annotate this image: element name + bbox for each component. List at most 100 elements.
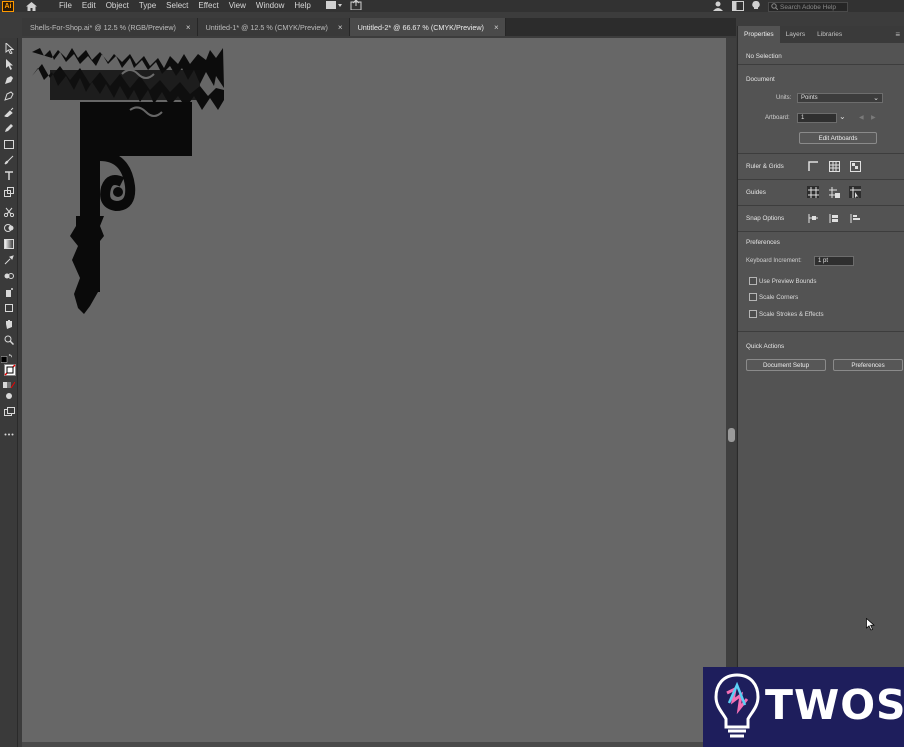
menu-help[interactable]: Help (289, 0, 315, 12)
blend-tool-icon[interactable] (3, 270, 15, 282)
preferences-section: Preferences Keyboard Increment: 1 pt Use… (738, 232, 904, 332)
horizontal-scrollbar[interactable] (22, 742, 726, 747)
blob-brush-tool-icon[interactable] (3, 106, 15, 118)
snap-to-pixel-icon[interactable] (828, 212, 840, 224)
lightbulb-logo-icon (714, 673, 760, 738)
menu-effect[interactable]: Effect (193, 0, 223, 12)
direct-selection-tool-icon[interactable] (3, 58, 15, 70)
tab-label: Shells-For-Shop.ai* @ 12.5 % (RGB/Previe… (30, 22, 176, 32)
publish-icon[interactable] (350, 0, 362, 12)
use-preview-bounds-label: Use Preview Bounds (759, 278, 817, 285)
tab-shells-for-shop[interactable]: Shells-For-Shop.ai* @ 12.5 % (RGB/Previe… (22, 18, 198, 36)
document-section: Document Units: Points ⌄ Artboard: 1 ⌄ ◀… (738, 65, 904, 154)
arrange-documents-icon[interactable] (325, 1, 342, 11)
selection-section: No Selection (738, 43, 904, 65)
vertical-scroll-thumb[interactable] (728, 428, 735, 442)
menu-window[interactable]: Window (251, 0, 289, 12)
edit-artboards-button[interactable]: Edit Artboards (799, 132, 877, 144)
transform-tool-icon[interactable] (3, 186, 15, 198)
home-icon[interactable] (24, 1, 38, 11)
preferences-button[interactable]: Preferences (833, 359, 903, 371)
transparency-grid-icon[interactable] (849, 160, 861, 172)
menu-edit[interactable]: Edit (77, 0, 101, 12)
panel-menu-icon[interactable]: ≡ (895, 26, 904, 43)
workspace-switcher-icon[interactable] (732, 1, 744, 13)
gradient-tool-icon[interactable] (3, 238, 15, 250)
symbol-sprayer-tool-icon[interactable] (3, 286, 15, 298)
screen-mode-icon[interactable] (3, 406, 15, 418)
close-icon[interactable]: × (186, 23, 191, 32)
tab-label: Untitled-1* @ 12.5 % (CMYK/Preview) (205, 22, 328, 32)
vertical-scrollbar[interactable] (726, 38, 736, 742)
artboard-previous-icon[interactable]: ◀ (859, 114, 864, 121)
tab-libraries[interactable]: Libraries (811, 26, 848, 43)
properties-panel: Properties Layers Libraries ≡ No Selecti… (737, 26, 904, 747)
rectangle-tool-icon[interactable] (3, 138, 15, 150)
tab-layers[interactable]: Layers (780, 26, 812, 43)
stroke-color-icon[interactable] (4, 364, 16, 376)
share-icon[interactable] (712, 1, 724, 13)
menu-bar: Ai File Edit Object Type Select Effect V… (0, 0, 904, 12)
units-dropdown[interactable]: Points ⌄ (797, 93, 883, 103)
pen-tool-icon[interactable] (3, 74, 15, 86)
type-tool-icon[interactable] (3, 170, 15, 182)
lock-guides-icon[interactable] (828, 186, 840, 198)
smart-guides-icon[interactable] (849, 186, 861, 198)
artboard-field[interactable]: 1 (797, 113, 837, 123)
chevron-down-icon: ⌄ (873, 95, 879, 102)
scale-corners-checkbox[interactable] (749, 293, 757, 301)
document-setup-button[interactable]: Document Setup (746, 359, 826, 371)
artboard-next-icon[interactable]: ▶ (871, 114, 876, 121)
pencil-tool-icon[interactable] (3, 122, 15, 134)
document-tabs: Shells-For-Shop.ai* @ 12.5 % (RGB/Previe… (22, 18, 736, 36)
guides-title: Guides (746, 189, 766, 196)
use-preview-bounds-checkbox[interactable] (749, 277, 757, 285)
units-value: Points (801, 95, 818, 101)
lightbulb-icon[interactable] (752, 0, 760, 13)
guides-visibility-icon[interactable] (807, 186, 819, 198)
tab-untitled-1[interactable]: Untitled-1* @ 12.5 % (CMYK/Preview) × (197, 18, 350, 36)
drawing-mode-icon[interactable] (3, 390, 15, 402)
menu-items: File Edit Object Type Select Effect View… (54, 0, 316, 12)
ruler-grids-title: Ruler & Grids (746, 163, 784, 170)
artwork-bracket[interactable] (30, 46, 240, 326)
artboard-tool-icon[interactable] (3, 302, 15, 314)
tab-properties[interactable]: Properties (738, 26, 780, 43)
snap-options-section: Snap Options (738, 206, 904, 232)
grid-icon[interactable] (828, 160, 840, 172)
mouse-cursor-icon (866, 618, 875, 631)
canvas[interactable] (22, 38, 726, 742)
snap-to-glyph-icon[interactable] (849, 212, 861, 224)
zoom-tool-icon[interactable] (3, 334, 15, 346)
twos-watermark: TWOS (703, 667, 904, 747)
hand-tool-icon[interactable] (3, 318, 15, 330)
scale-strokes-checkbox[interactable] (749, 310, 757, 318)
ruler-icon[interactable] (807, 160, 819, 172)
quick-actions-section: Quick Actions Document Setup Preferences (738, 332, 904, 376)
menu-file[interactable]: File (54, 0, 77, 12)
fill-stroke-swap-icon[interactable] (1, 352, 13, 364)
artboard-chevron-down-icon[interactable]: ⌄ (839, 112, 846, 121)
menu-select[interactable]: Select (161, 0, 193, 12)
scissors-tool-icon[interactable] (3, 206, 15, 218)
tools-panel (0, 38, 18, 747)
tab-untitled-2[interactable]: Untitled-2* @ 66.67 % (CMYK/Preview) × (349, 18, 506, 36)
more-tools-icon[interactable] (3, 428, 15, 440)
app-logo: Ai (2, 0, 14, 12)
menu-object[interactable]: Object (101, 0, 134, 12)
ruler-grids-section: Ruler & Grids (738, 154, 904, 180)
close-icon[interactable]: × (338, 23, 343, 32)
keyboard-increment-field[interactable]: 1 pt (814, 256, 854, 266)
quick-actions-title: Quick Actions (746, 343, 785, 350)
snap-to-point-icon[interactable] (807, 212, 819, 224)
close-icon[interactable]: × (494, 23, 499, 32)
paintbrush-tool-icon[interactable] (3, 154, 15, 166)
units-label: Units: (776, 95, 792, 101)
selection-tool-icon[interactable] (3, 42, 15, 54)
menu-type[interactable]: Type (134, 0, 161, 12)
curvature-tool-icon[interactable] (3, 90, 15, 102)
shape-builder-tool-icon[interactable] (3, 222, 15, 234)
search-input[interactable]: Search Adobe Help (768, 2, 848, 12)
menu-view[interactable]: View (224, 0, 251, 12)
eyedropper-tool-icon[interactable] (3, 254, 15, 266)
